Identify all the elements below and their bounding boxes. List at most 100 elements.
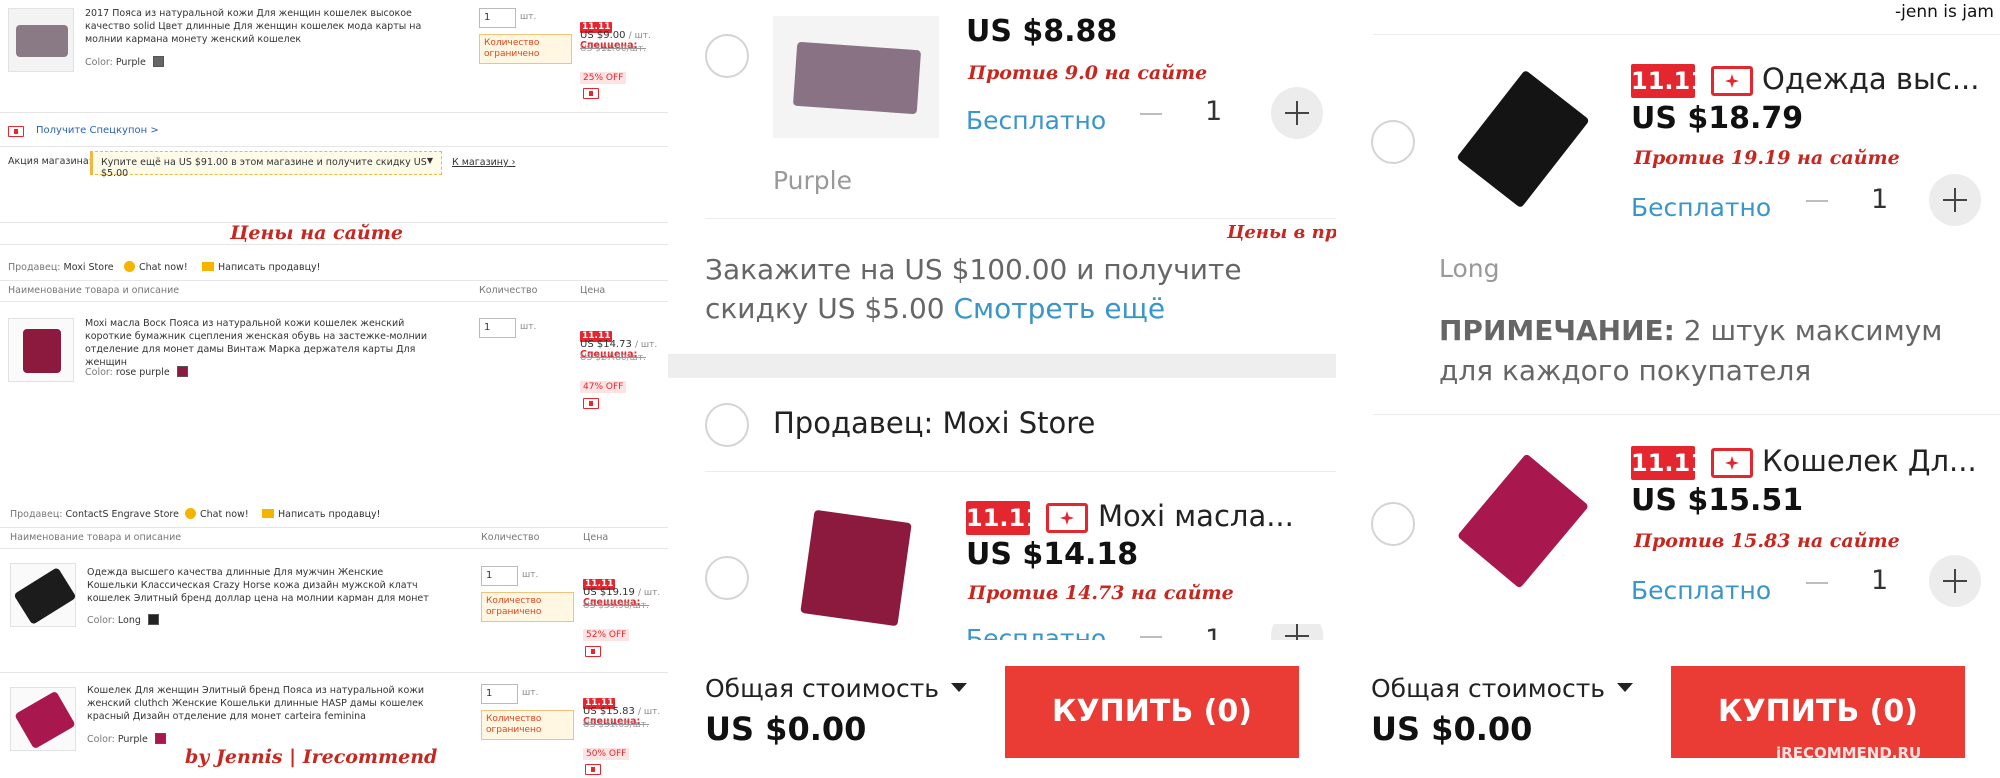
shipping-free: Бесплатно bbox=[1631, 576, 1772, 605]
coupon-icon[interactable] bbox=[585, 764, 601, 775]
product-thumbnail[interactable] bbox=[10, 563, 76, 627]
watermark-text: -jenn is jam bbox=[1895, 2, 1994, 22]
caret-down-icon bbox=[1617, 683, 1633, 692]
wallet-image bbox=[16, 25, 68, 57]
sale-badge: 11.11 bbox=[1631, 446, 1707, 480]
item-title[interactable]: Moxi масла... bbox=[1098, 499, 1294, 533]
seller-name-link[interactable]: ContactS Engrave Store bbox=[66, 509, 179, 520]
select-checkbox[interactable] bbox=[705, 403, 749, 447]
seller-name-link[interactable]: Moxi Store bbox=[64, 262, 114, 273]
color-row: Color: Long bbox=[87, 614, 159, 627]
total-cost-toggle[interactable]: Общая стоимость bbox=[1371, 674, 1633, 703]
wallet-image bbox=[800, 509, 912, 627]
quantity-unit: шт. bbox=[522, 688, 539, 698]
message-seller-button[interactable]: Написать продавцу! bbox=[202, 261, 321, 274]
item-price: US $14.18 bbox=[966, 537, 1139, 572]
shipping-free: Бесплатно bbox=[966, 624, 1107, 640]
message-seller-button[interactable]: Написать продавцу! bbox=[262, 508, 381, 521]
coupon-icon[interactable] bbox=[583, 88, 599, 99]
select-checkbox[interactable] bbox=[705, 34, 749, 78]
select-checkbox[interactable] bbox=[705, 556, 749, 600]
product-thumbnail[interactable] bbox=[8, 318, 74, 382]
store-promo-select[interactable]: Купите ещё на US $91.00 в этом магазине … bbox=[90, 151, 442, 179]
minus-icon[interactable] bbox=[1806, 582, 1828, 584]
seller-title[interactable]: Продавец: Moxi Store bbox=[773, 406, 1095, 440]
plus-icon[interactable] bbox=[1929, 174, 1981, 226]
item-price: US $18.79 bbox=[1631, 101, 1804, 136]
plus-icon[interactable] bbox=[1271, 624, 1323, 640]
cut-off-row: Бесплатно 1 bbox=[966, 624, 1336, 640]
note-label: ПРИМЕЧАНИЕ: bbox=[1439, 314, 1675, 347]
limited-warning: Количество ограничено bbox=[479, 34, 572, 64]
divider bbox=[705, 471, 1336, 472]
quantity-unit: шт. bbox=[520, 12, 537, 22]
color-value: Purple bbox=[115, 57, 146, 68]
divider bbox=[0, 280, 670, 281]
item-title[interactable]: Одежда выс... bbox=[1762, 62, 1979, 96]
column-header-name: Наименование товара и описание bbox=[10, 532, 182, 543]
caret-down-icon bbox=[951, 683, 967, 692]
coupon-icon[interactable] bbox=[583, 398, 599, 409]
price: US $19.19 bbox=[583, 587, 635, 598]
minus-icon[interactable] bbox=[1806, 200, 1828, 202]
price: US $9.00 bbox=[580, 30, 626, 41]
limited-warning: Количество ограничено bbox=[481, 592, 574, 622]
color-swatch bbox=[152, 56, 164, 67]
product-thumbnail[interactable] bbox=[773, 16, 939, 138]
quantity-input[interactable]: 1 bbox=[481, 566, 518, 586]
coupon-ticket-icon bbox=[1711, 66, 1753, 96]
quantity-unit: шт. bbox=[520, 322, 537, 332]
to-store-link[interactable]: К магазину › bbox=[452, 157, 515, 168]
see-more-link[interactable]: Смотреть ещё bbox=[953, 292, 1165, 325]
author-credit: by Jennis | Irecommend bbox=[185, 746, 438, 768]
minus-icon[interactable] bbox=[1140, 113, 1162, 115]
buy-button[interactable]: КУПИТЬ (0) bbox=[1005, 666, 1299, 758]
product-thumbnail[interactable] bbox=[1439, 58, 1605, 224]
watermark-logo: iRECOMMEND.RU bbox=[1776, 744, 1922, 762]
select-checkbox[interactable] bbox=[1371, 502, 1415, 546]
divider bbox=[0, 244, 670, 245]
limited-warning: Количество ограничено bbox=[481, 710, 574, 740]
product-thumbnail[interactable] bbox=[8, 8, 74, 72]
quantity-input[interactable]: 1 bbox=[481, 684, 518, 704]
item-title[interactable]: Кошелек Дл... bbox=[1762, 444, 1977, 478]
old-price: US $12.00/шт. bbox=[580, 44, 647, 54]
seller-row: Продавец: Moxi Store bbox=[8, 261, 114, 274]
plus-icon[interactable] bbox=[1929, 555, 1981, 607]
minus-icon[interactable] bbox=[1140, 636, 1162, 638]
coupon-icon[interactable] bbox=[585, 646, 601, 657]
color-row: Color: Purple bbox=[87, 733, 166, 746]
product-title[interactable]: Moxi масла Воск Пояса из натуральной кож… bbox=[85, 317, 430, 369]
shipping-free: Бесплатно bbox=[966, 106, 1107, 135]
coupon-icon bbox=[8, 126, 24, 137]
discount-badge: 52% OFF bbox=[583, 629, 630, 641]
item-price: US $15.51 bbox=[1631, 483, 1804, 518]
product-thumbnail[interactable] bbox=[10, 687, 76, 751]
quantity-input[interactable]: 1 bbox=[479, 318, 516, 338]
chat-now-button[interactable]: Chat now! bbox=[124, 261, 188, 274]
total-cost-toggle[interactable]: Общая стоимость bbox=[705, 674, 967, 703]
product-thumbnail[interactable] bbox=[1439, 440, 1605, 606]
old-price: US $31.65/шт. bbox=[583, 720, 650, 730]
plus-icon[interactable] bbox=[1271, 87, 1323, 139]
chat-now-button[interactable]: Chat now! bbox=[185, 508, 249, 521]
section-spacer bbox=[668, 354, 1336, 378]
old-price: US $27.80/шт. bbox=[580, 353, 647, 363]
product-thumbnail[interactable] bbox=[773, 492, 939, 638]
product-title[interactable]: Одежда высшего качества длинные Для мужч… bbox=[87, 566, 432, 605]
color-swatch bbox=[147, 614, 159, 625]
price-unit: / шт. bbox=[638, 707, 661, 717]
discount-badge: 47% OFF bbox=[580, 381, 627, 393]
select-checkbox[interactable] bbox=[1371, 120, 1415, 164]
color-swatch bbox=[176, 366, 188, 377]
product-title[interactable]: Кошелек Для женщин Элитный бренд Пояса и… bbox=[87, 684, 432, 723]
app-cart-panel-1: US $8.88 Против 9.0 на сайте Бесплатно 1… bbox=[668, 0, 1450, 778]
wallet-image bbox=[14, 690, 75, 750]
chat-icon bbox=[185, 508, 196, 519]
column-header-qty: Количество bbox=[479, 285, 538, 296]
get-coupon-link[interactable]: Получите Спецкупон > bbox=[36, 125, 159, 136]
product-title[interactable]: 2017 Пояса из натуральной кожи Для женщи… bbox=[85, 7, 430, 46]
sale-badge: 11.11 bbox=[966, 501, 1042, 535]
site-price-comparison: Против 9.0 на сайте bbox=[968, 62, 1208, 84]
quantity-input[interactable]: 1 bbox=[479, 8, 516, 28]
